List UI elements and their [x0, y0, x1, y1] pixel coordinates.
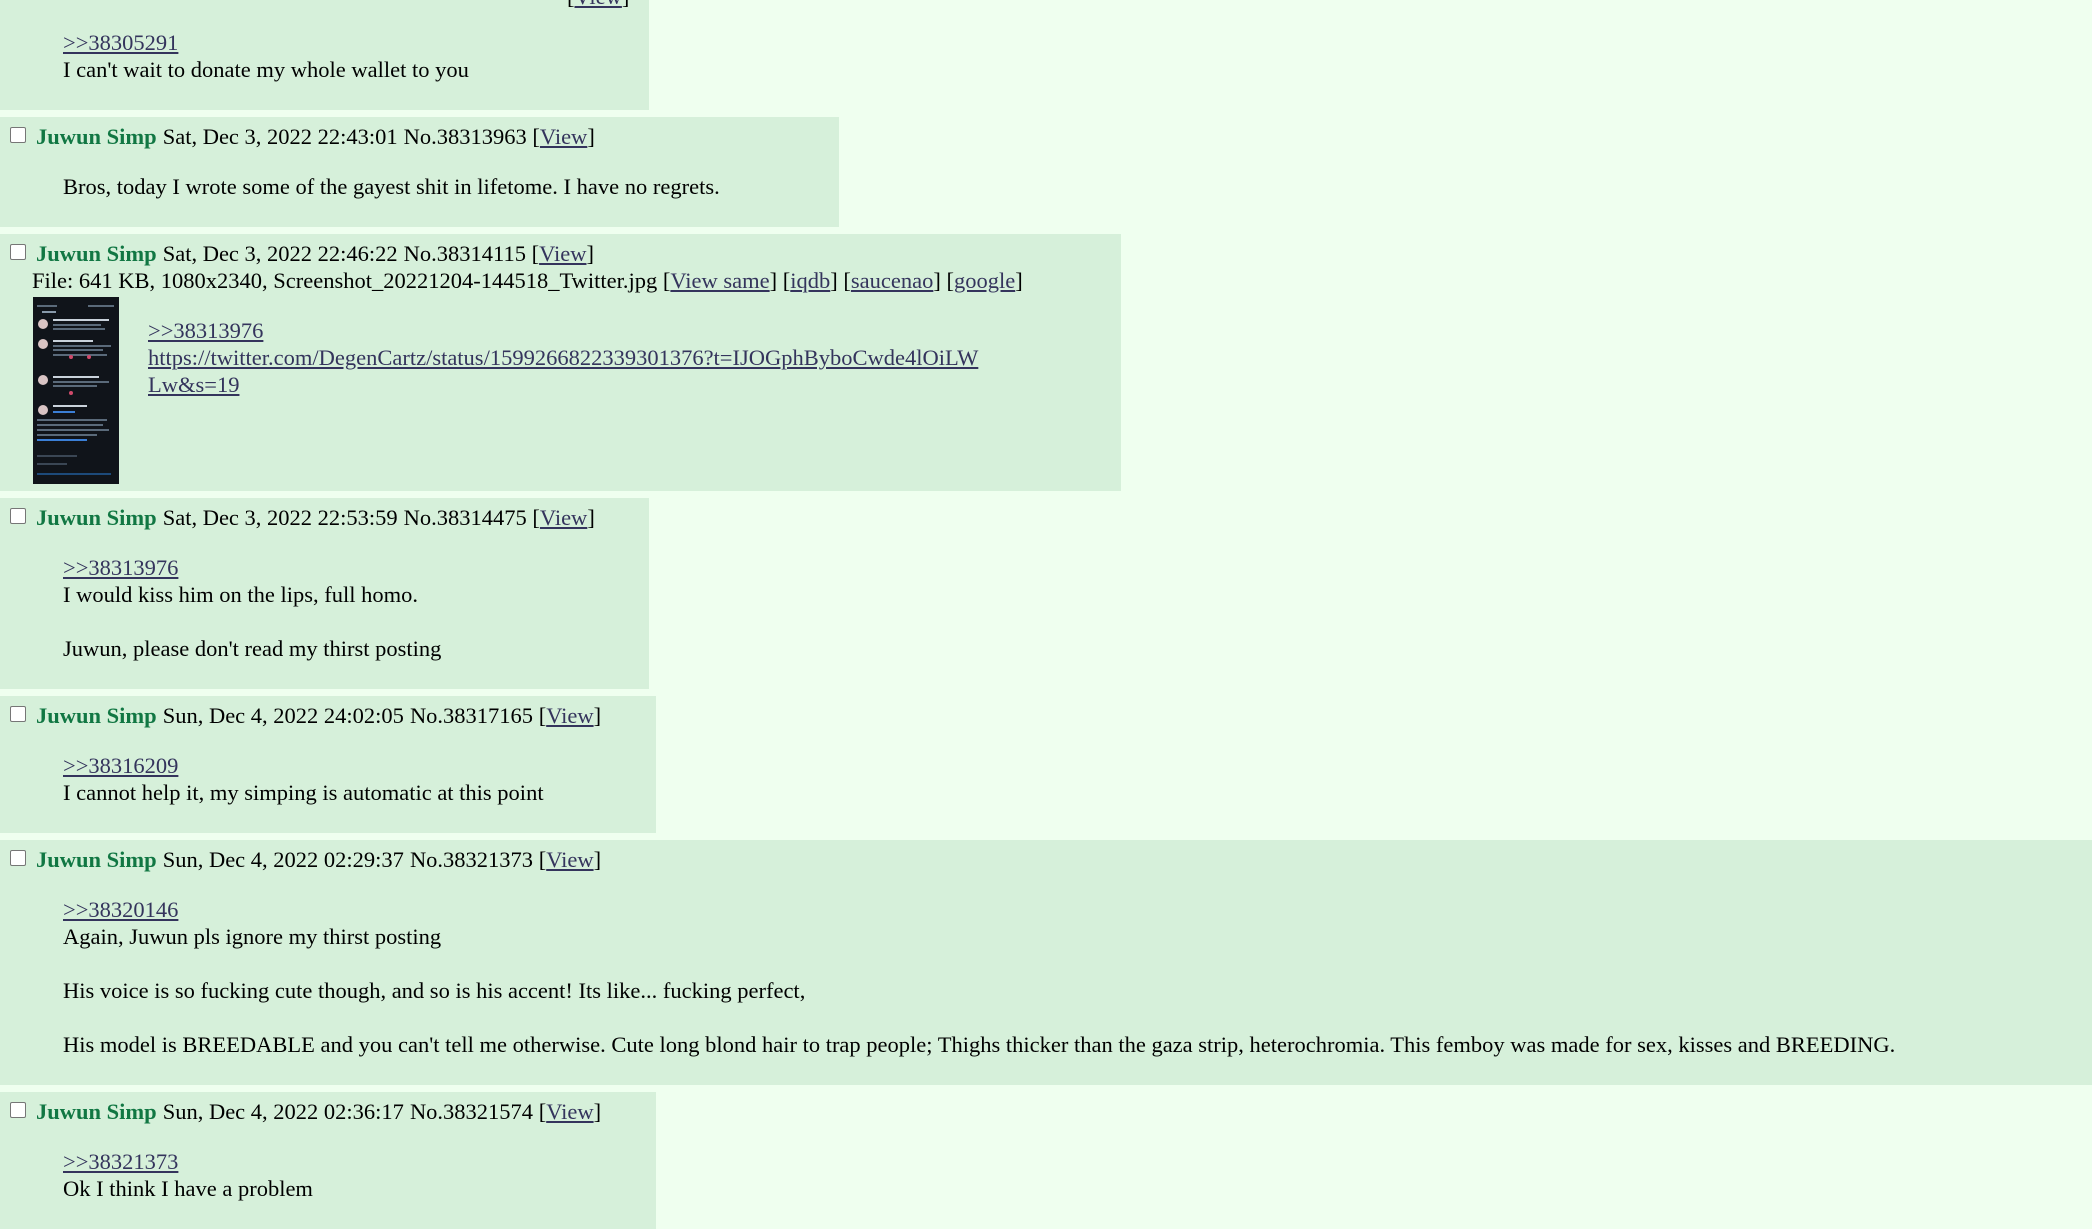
post-text-line: Juwun, please don't read my thirst posti…: [63, 636, 442, 661]
post-reply: Juwun Simp Sat, Dec 3, 2022 22:53:59 No.…: [0, 498, 649, 689]
quote-link[interactable]: >>38320146: [63, 896, 1895, 923]
post-reply: Juwun Simp Sun, Dec 4, 2022 02:29:37 No.…: [0, 840, 2092, 1085]
post-select-checkbox[interactable]: [10, 1101, 26, 1118]
post-header: Juwun Simp Sun, Dec 4, 2022 24:02:05 No.…: [8, 702, 601, 729]
view-same-link[interactable]: View same: [670, 268, 769, 293]
quote-link[interactable]: >>38316209: [63, 752, 544, 779]
view-link[interactable]: View: [539, 240, 586, 267]
file-thumbnail[interactable]: [33, 297, 119, 484]
post-datetime: Sun, Dec 4, 2022 02:29:37: [162, 847, 404, 872]
post-text-line: I can't wait to donate my whole wallet t…: [63, 57, 469, 82]
post-header: Juwun Simp Sat, Dec 3, 2022 22:43:01 No.…: [8, 123, 595, 150]
post-body: >>38316209 I cannot help it, my simping …: [63, 752, 544, 806]
view-link[interactable]: View: [540, 123, 587, 150]
post-select-checkbox[interactable]: [10, 705, 26, 722]
iqdb-link[interactable]: iqdb: [790, 268, 830, 293]
post-number: No.38313963: [403, 124, 527, 149]
post-text-line: Ok I think I have a problem: [63, 1176, 313, 1201]
post-number: No.38314115: [403, 241, 526, 266]
post-select-checkbox[interactable]: [10, 849, 26, 866]
quote-link[interactable]: >>38305291: [63, 29, 469, 56]
twitter-url-link[interactable]: https://twitter.com/DegenCartz/status/15…: [148, 344, 978, 371]
file-info: File: 641 KB, 1080x2340, Screenshot_2022…: [32, 268, 1023, 293]
post-text-line: His model is BREEDABLE and you can't tel…: [63, 1032, 1896, 1057]
post-number: No.38317165: [409, 703, 534, 728]
quote-link[interactable]: >>38313976: [148, 317, 978, 344]
post-header: Juwun Simp Sat, Dec 3, 2022 22:46:22 No.…: [8, 240, 594, 267]
post-reply: Juwun Simp Sat, Dec 3, 2022 22:43:01 No.…: [0, 117, 839, 227]
post-reply: Juwun Simp Sun, Dec 4, 2022 24:02:05 No.…: [0, 696, 656, 833]
poster-name: Juwun Simp: [36, 124, 157, 149]
post-select-checkbox[interactable]: [10, 126, 26, 143]
post-number: No.38314475: [403, 505, 527, 530]
post-reply: Juwun Simp Sat, Dec 3, 2022 22:46:22 No.…: [0, 234, 1121, 491]
post-datetime: Sat, Dec 3, 2022 22:43:01: [162, 124, 398, 149]
post-select-checkbox[interactable]: [10, 243, 26, 260]
saucenao-link[interactable]: saucenao: [851, 268, 933, 293]
post-reply: [View] >>38305291 I can't wait to donate…: [0, 0, 649, 110]
post-text-line: His voice is so fucking cute though, and…: [63, 978, 806, 1003]
quote-link[interactable]: >>38313976: [63, 554, 441, 581]
post-body: >>38305291 I can't wait to donate my who…: [63, 29, 469, 83]
post-datetime: Sat, Dec 3, 2022 22:46:22: [162, 241, 398, 266]
post-body: >>38313976 https://twitter.com/DegenCart…: [148, 317, 978, 398]
file-details: File: 641 KB, 1080x2340, Screenshot_2022…: [32, 268, 658, 293]
poster-name: Juwun Simp: [36, 505, 157, 530]
quote-link[interactable]: >>38321373: [63, 1148, 313, 1175]
view-link[interactable]: View: [575, 0, 622, 10]
post-header: Juwun Simp Sun, Dec 4, 2022 02:36:17 No.…: [8, 1098, 601, 1125]
view-link[interactable]: View: [546, 702, 593, 729]
view-link[interactable]: View: [540, 504, 587, 531]
twitter-url-link-cont[interactable]: Lw&s=19: [148, 371, 978, 398]
poster-name: Juwun Simp: [36, 241, 157, 266]
post-body: >>38321373 Ok I think I have a problem: [63, 1148, 313, 1202]
poster-name: Juwun Simp: [36, 1099, 157, 1124]
post-datetime: Sun, Dec 4, 2022 02:36:17: [162, 1099, 404, 1124]
post-select-checkbox[interactable]: [10, 507, 26, 524]
post-text-line: I would kiss him on the lips, full homo.: [63, 582, 419, 607]
post-header: Juwun Simp Sun, Dec 4, 2022 02:29:37 No.…: [8, 846, 601, 873]
post-text-line: I cannot help it, my simping is automati…: [63, 780, 544, 805]
post-reply: Juwun Simp Sun, Dec 4, 2022 02:36:17 No.…: [0, 1092, 656, 1229]
view-link[interactable]: View: [546, 846, 593, 873]
post-datetime: Sun, Dec 4, 2022 24:02:05: [162, 703, 404, 728]
poster-name: Juwun Simp: [36, 847, 157, 872]
post-datetime: Sat, Dec 3, 2022 22:53:59: [162, 505, 398, 530]
post-body: >>38313976 I would kiss him on the lips,…: [63, 554, 441, 662]
post-header-partial: [View]: [567, 0, 629, 10]
post-body: >>38320146 Again, Juwun pls ignore my th…: [63, 896, 1895, 1058]
poster-name: Juwun Simp: [36, 703, 157, 728]
post-header: Juwun Simp Sat, Dec 3, 2022 22:53:59 No.…: [8, 504, 595, 531]
post-body: Bros, today I wrote some of the gayest s…: [63, 173, 720, 200]
view-link[interactable]: View: [546, 1098, 593, 1125]
post-number: No.38321574: [409, 1099, 534, 1124]
google-link[interactable]: google: [954, 268, 1015, 293]
post-number: No.38321373: [409, 847, 534, 872]
post-text-line: Bros, today I wrote some of the gayest s…: [63, 174, 720, 199]
post-text-line: Again, Juwun pls ignore my thirst postin…: [63, 924, 442, 949]
